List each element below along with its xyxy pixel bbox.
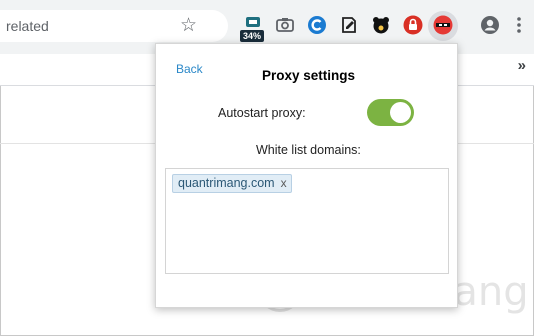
whitelist-label: White list domains: <box>256 143 361 157</box>
proxy-settings-popup: Back Proxy settings Autostart proxy: Whi… <box>155 43 458 308</box>
account-icon[interactable] <box>480 15 500 35</box>
remove-domain-button[interactable]: x <box>281 175 287 192</box>
popup-title: Proxy settings <box>261 68 356 83</box>
proxy-ninja-icon[interactable] <box>433 15 453 35</box>
autostart-toggle[interactable] <box>367 99 414 126</box>
lock-icon[interactable] <box>403 15 423 35</box>
toggle-knob <box>390 102 411 123</box>
extension-badge: 34% <box>240 30 264 42</box>
whitelist-domains-input[interactable]: quantrimang.com x <box>165 168 449 274</box>
more-menu-icon[interactable] <box>514 15 534 35</box>
address-bar[interactable]: related ☆ <box>0 10 228 42</box>
bookmarks-overflow-button[interactable]: » <box>518 57 526 74</box>
bookmark-star-icon[interactable]: ☆ <box>180 16 197 36</box>
camera-icon[interactable] <box>275 15 295 35</box>
domain-tag-label: quantrimang.com <box>178 176 275 190</box>
notes-icon[interactable] <box>339 15 359 35</box>
address-bar-text: related <box>6 18 49 34</box>
autostart-label: Autostart proxy: <box>218 106 306 120</box>
bear-icon[interactable] <box>371 15 391 35</box>
ccleaner-icon[interactable] <box>307 15 327 35</box>
domain-tag: quantrimang.com x <box>172 174 292 193</box>
